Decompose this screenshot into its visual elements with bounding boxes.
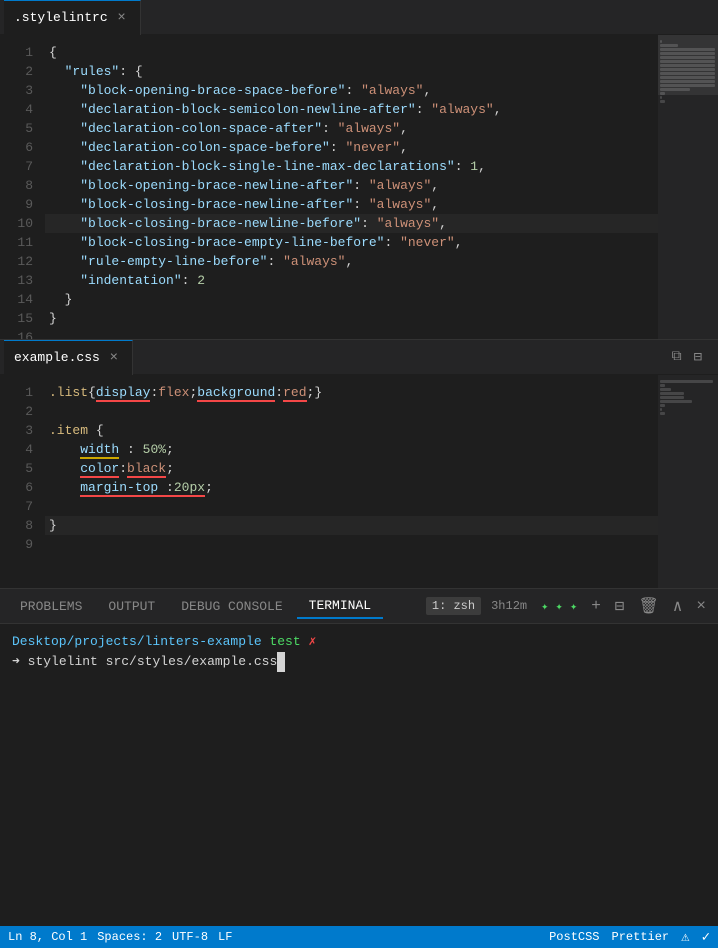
split-terminal-icon[interactable]: ⊟ <box>611 594 629 618</box>
split-editor-icon[interactable]: ⧉ <box>668 347 686 368</box>
terminal-line-1: Desktop/projects/linters-example test ✗ <box>12 632 706 652</box>
status-ln-col[interactable]: Ln 8, Col 1 <box>8 930 87 944</box>
code-line-2: "rules": { <box>45 62 718 81</box>
top-editor-body: 12345678910111213141516 { "rules": { "bl… <box>0 35 718 339</box>
terminal-command: stylelint src/styles/example.css <box>28 654 278 669</box>
top-editor: .stylelintrc × 12345678910111213141516 {… <box>0 0 718 340</box>
top-tab-bar: .stylelintrc × <box>0 0 718 35</box>
status-left: Ln 8, Col 1 Spaces: 2 UTF-8 LF <box>8 930 232 944</box>
bottom-editor-body: 123456789 .list{display:flex;background:… <box>0 375 718 588</box>
terminal-branch: test <box>269 634 308 649</box>
code-line-4: width : 50%; <box>45 440 718 459</box>
close-panel-icon[interactable]: × <box>692 595 710 617</box>
code-line-5: color:black; <box>45 459 718 478</box>
time-display: 3h12m <box>487 597 531 615</box>
status-spaces[interactable]: Spaces: 2 <box>97 930 162 944</box>
tab-debug-console[interactable]: DEBUG CONSOLE <box>169 595 294 618</box>
code-line-9 <box>45 535 718 554</box>
code-line-11: "block-closing-brace-empty-line-before":… <box>45 233 718 252</box>
examplecss-tab[interactable]: example.css × <box>4 340 133 375</box>
examplecss-close-icon[interactable]: × <box>106 350 122 366</box>
terminal-prompt: ➜ <box>12 654 28 669</box>
code-line-16 <box>45 328 718 339</box>
code-line-3: .item { <box>45 421 718 440</box>
status-eol[interactable]: LF <box>218 930 232 944</box>
add-terminal-icon[interactable]: + <box>587 595 605 617</box>
terminal-cross: ✗ <box>308 634 316 649</box>
tab-terminal[interactable]: TERMINAL <box>297 594 383 619</box>
terminal-dots: ✦ ✦ ✦ <box>537 597 581 616</box>
code-line-2 <box>45 402 718 421</box>
status-right: PostCSS Prettier ⚠ ✓ <box>549 929 710 946</box>
examplecss-tab-label: example.css <box>14 350 100 365</box>
status-formatter[interactable]: Prettier <box>612 930 670 944</box>
bottom-tab-bar: example.css × ⧉ ⊟ <box>0 340 718 375</box>
code-line-9: "block-closing-brace-newline-after": "al… <box>45 195 718 214</box>
panel-actions: 1: zsh 3h12m ✦ ✦ ✦ + ⊟ 🗑 ∧ × <box>426 594 710 618</box>
terminal-content[interactable]: Desktop/projects/linters-example test ✗ … <box>0 624 718 926</box>
stylelintrc-tab-label: .stylelintrc <box>14 10 108 25</box>
status-bar: Ln 8, Col 1 Spaces: 2 UTF-8 LF PostCSS P… <box>0 926 718 948</box>
code-line-5: "declaration-colon-space-after": "always… <box>45 119 718 138</box>
code-line-14: } <box>45 290 718 309</box>
layout-icon[interactable]: ⊟ <box>690 347 706 368</box>
code-line-4: "declaration-block-semicolon-newline-aft… <box>45 100 718 119</box>
tab-problems[interactable]: PROBLEMS <box>8 595 94 618</box>
tab-actions: ⧉ ⊟ <box>668 347 714 368</box>
code-line-6: "declaration-colon-space-before": "never… <box>45 138 718 157</box>
terminal-line-2: ➜ stylelint src/styles/example.css <box>12 652 706 672</box>
code-line-12: "rule-empty-line-before": "always", <box>45 252 718 271</box>
status-check-icon[interactable]: ✓ <box>702 929 710 946</box>
top-code-area[interactable]: { "rules": { "block-opening-brace-space-… <box>45 35 718 339</box>
bottom-line-numbers: 123456789 <box>0 375 45 588</box>
code-line-6: margin-top :20px; <box>45 478 718 497</box>
code-line-7: "declaration-block-single-line-max-decla… <box>45 157 718 176</box>
top-minimap <box>658 35 718 339</box>
status-encoding[interactable]: UTF-8 <box>172 930 208 944</box>
code-line-15: } <box>45 309 718 328</box>
bottom-editor: example.css × ⧉ ⊟ 123456789 .list{displa… <box>0 340 718 588</box>
code-line-8: } <box>45 516 718 535</box>
terminal-select[interactable]: 1: zsh <box>426 597 481 615</box>
stylelintrc-tab[interactable]: .stylelintrc × <box>4 0 141 35</box>
bottom-minimap <box>658 375 718 588</box>
status-language[interactable]: PostCSS <box>549 930 599 944</box>
code-line-3: "block-opening-brace-space-before": "alw… <box>45 81 718 100</box>
tab-output[interactable]: OUTPUT <box>96 595 167 618</box>
delete-terminal-icon[interactable]: 🗑 <box>634 594 662 618</box>
code-line-1: .list{display:flex;background:red;} <box>45 383 718 402</box>
panel: PROBLEMS OUTPUT DEBUG CONSOLE TERMINAL 1… <box>0 588 718 926</box>
terminal-path: Desktop/projects/linters-example <box>12 634 262 649</box>
status-warning-icon[interactable]: ⚠ <box>681 929 689 946</box>
maximize-panel-icon[interactable]: ∧ <box>669 594 687 618</box>
code-line-1: { <box>45 43 718 62</box>
code-line-10: "block-closing-brace-newline-before": "a… <box>45 214 718 233</box>
stylelintrc-close-icon[interactable]: × <box>114 10 130 26</box>
code-line-13: "indentation": 2 <box>45 271 718 290</box>
code-line-7 <box>45 497 718 516</box>
panel-tab-bar: PROBLEMS OUTPUT DEBUG CONSOLE TERMINAL 1… <box>0 589 718 624</box>
top-line-numbers: 12345678910111213141516 <box>0 35 45 339</box>
code-line-8: "block-opening-brace-newline-after": "al… <box>45 176 718 195</box>
bottom-code-area[interactable]: .list{display:flex;background:red;} .ite… <box>45 375 718 588</box>
terminal-cursor <box>277 652 285 672</box>
